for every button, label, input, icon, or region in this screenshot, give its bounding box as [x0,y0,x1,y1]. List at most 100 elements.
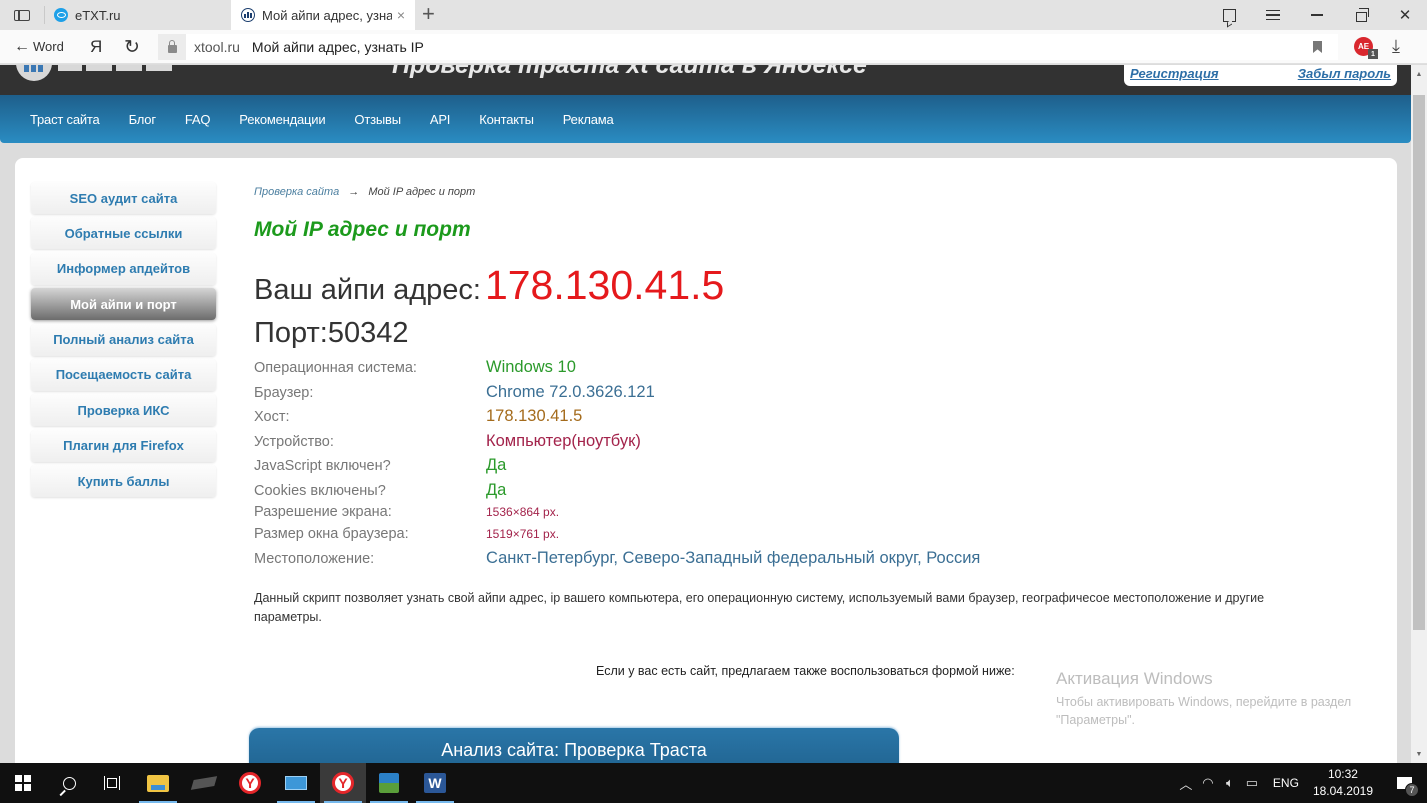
sidebar-item-traffic[interactable]: Посещаемость сайта [31,358,216,391]
address-bar[interactable]: xtool.ru Мой айпи адрес, узнать IP [158,34,1338,60]
minimize-icon [1311,14,1323,16]
yandex-home-button[interactable]: Я [90,37,102,57]
info-value-device: Компьютер(ноутбук) [486,431,641,450]
close-window-button[interactable]: ✕ [1383,0,1427,30]
address-domain: xtool.ru [194,39,240,55]
ip-line: Ваш айпи адрес: 178.130.41.5 [254,262,1374,309]
wifi-icon[interactable]: ◠ [1197,775,1219,791]
breadcrumb-parent-link[interactable]: Проверка сайта [254,186,339,198]
tab-etxt[interactable]: eTXT.ru [48,0,228,30]
auth-box: Регистрация Забыл пароль [1124,65,1397,86]
windows-taskbar: Y Y W ︿ ◠ 🔈︎ ▭ ENG 10:32 18.04.2019 7 [0,763,1427,803]
nav-reviews[interactable]: Отзывы [354,112,401,127]
scroll-up-arrow-icon[interactable]: ▲ [1411,67,1427,81]
nav-contacts[interactable]: Контакты [479,112,534,127]
info-row-window: Размер окна браузера: 1519×761 px. [254,526,1374,549]
tab-title: Мой айпи адрес, узнать [262,7,392,23]
sidebar: SEO аудит сайта Обратные ссылки Информер… [31,182,216,501]
sidebar-item-firefox-plugin[interactable]: Плагин для Firefox [31,429,216,462]
sidebar-item-buy-points[interactable]: Купить баллы [31,465,216,498]
forgot-password-link[interactable]: Забыл пароль [1298,66,1391,81]
breadcrumb-arrow-icon: → [348,186,360,198]
taskbar-contact-card-app[interactable] [273,763,319,803]
sidebar-item-update-informer[interactable]: Информер апдейтов [31,252,216,285]
taskbar-setup-tool[interactable] [366,763,412,803]
battery-icon[interactable]: ▭ [1241,775,1263,791]
sidebar-item-seo-audit[interactable]: SEO аудит сайта [31,182,216,214]
taskbar-yandex-browser-active[interactable]: Y [320,763,366,803]
sidebar-panel-icon [14,10,30,21]
nav-blog[interactable]: Блог [129,112,156,127]
info-value-host: 178.130.41.5 [486,407,583,425]
hamburger-icon [1266,10,1280,20]
breadcrumb-current: Мой IP адрес и порт [368,186,476,198]
collections-button[interactable] [1207,0,1251,30]
clock-date: 18.04.2019 [1312,784,1373,798]
new-tab-button[interactable]: + [422,3,435,25]
language-indicator[interactable]: ENG [1273,776,1299,790]
info-label: Устройство: [254,433,334,450]
site-logo[interactable] [16,65,52,81]
menu-button[interactable] [1251,0,1295,30]
port-value: 50342 [327,317,409,349]
sidebar-item-iks-check[interactable]: Проверка ИКС [31,394,216,427]
extension-badge: 1 [1368,49,1378,59]
action-center-button[interactable]: 7 [1389,763,1419,803]
info-value-javascript: Да [486,456,507,474]
reload-button[interactable]: ↻ [124,36,140,59]
port-line: Порт:50342 [254,317,1374,350]
task-view-button[interactable] [89,763,135,803]
scroll-down-arrow-icon[interactable]: ▼ [1411,747,1427,761]
taskbar-yandex-browser[interactable]: Y [227,763,273,803]
bookmark-icon[interactable] [1313,41,1322,53]
start-button[interactable] [0,763,46,803]
info-row-device: Устройство: Компьютер(ноутбук) [254,432,1374,457]
notification-count: 7 [1405,783,1419,797]
scroll-thumb[interactable] [1413,95,1425,630]
taskbar-file-explorer[interactable] [135,763,181,803]
info-value-screen: 1536×864 px. [486,504,560,519]
nav-recommendations[interactable]: Рекомендации [239,112,325,127]
clock[interactable]: 10:32 18.04.2019 [1313,766,1373,800]
window-controls: ✕ [1207,0,1427,30]
info-label: Хост: [254,409,290,425]
sidebar-toggle-button[interactable] [12,7,32,23]
taskbar-word[interactable]: W [412,763,458,803]
back-label: Word [33,39,64,54]
close-tab-icon[interactable]: × [397,7,405,23]
restore-button[interactable] [1339,0,1383,30]
site-security-button[interactable] [158,34,186,60]
taskbar-app-dark[interactable] [181,763,227,803]
download-icon[interactable]: ⤓ [1392,36,1400,57]
adblock-extension-icon[interactable]: AE 1 [1354,37,1378,59]
nav-trust[interactable]: Траст сайта [30,112,100,127]
info-value-os: Windows 10 [486,358,576,376]
sidebar-item-full-analysis[interactable]: Полный анализ сайта [31,323,216,356]
port-label: Порт: [254,317,328,349]
taskbar-search-button[interactable] [46,763,92,803]
nav-api[interactable]: API [430,112,451,127]
tab-xtool[interactable]: Мой айпи адрес, узнать × [231,0,415,30]
site-header: Проверка траста xt сайта в Яндексе Регис… [0,65,1411,95]
info-label: Разрешение экрана: [254,503,392,520]
info-value-location: Санкт-Петербург, Северо-Западный федерал… [486,549,981,567]
sidebar-item-backlinks[interactable]: Обратные ссылки [31,217,216,250]
back-button[interactable]: ← Word [14,38,64,54]
volume-icon[interactable]: 🔈︎ [1219,775,1241,791]
register-link[interactable]: Регистрация [1130,66,1219,81]
watermark-text: Чтобы активировать Windows, перейдите в … [1056,695,1352,727]
lock-icon [167,39,177,53]
address-page-title: Мой айпи адрес, узнать IP [251,39,424,55]
task-view-icon [104,776,120,790]
show-hidden-icons-chevron-icon[interactable]: ︿ [1175,774,1197,793]
page-scrollbar[interactable]: ▲ ▼ [1411,65,1427,763]
trust-analysis-button[interactable]: Анализ сайта: Проверка Траста [249,728,899,763]
info-row-javascript: JavaScript включен? Да [254,456,1374,481]
minimize-button[interactable] [1295,0,1339,30]
nav-faq[interactable]: FAQ [185,112,211,127]
nav-ads[interactable]: Реклама [563,112,614,127]
browser-toolbar: ← Word Я ↻ xtool.ru Мой айпи адрес, узна… [0,30,1427,64]
info-value-cookies: Да [486,480,507,499]
sidebar-item-my-ip[interactable]: Мой айпи и порт [31,288,216,321]
ip-value: 178.130.41.5 [484,262,725,308]
